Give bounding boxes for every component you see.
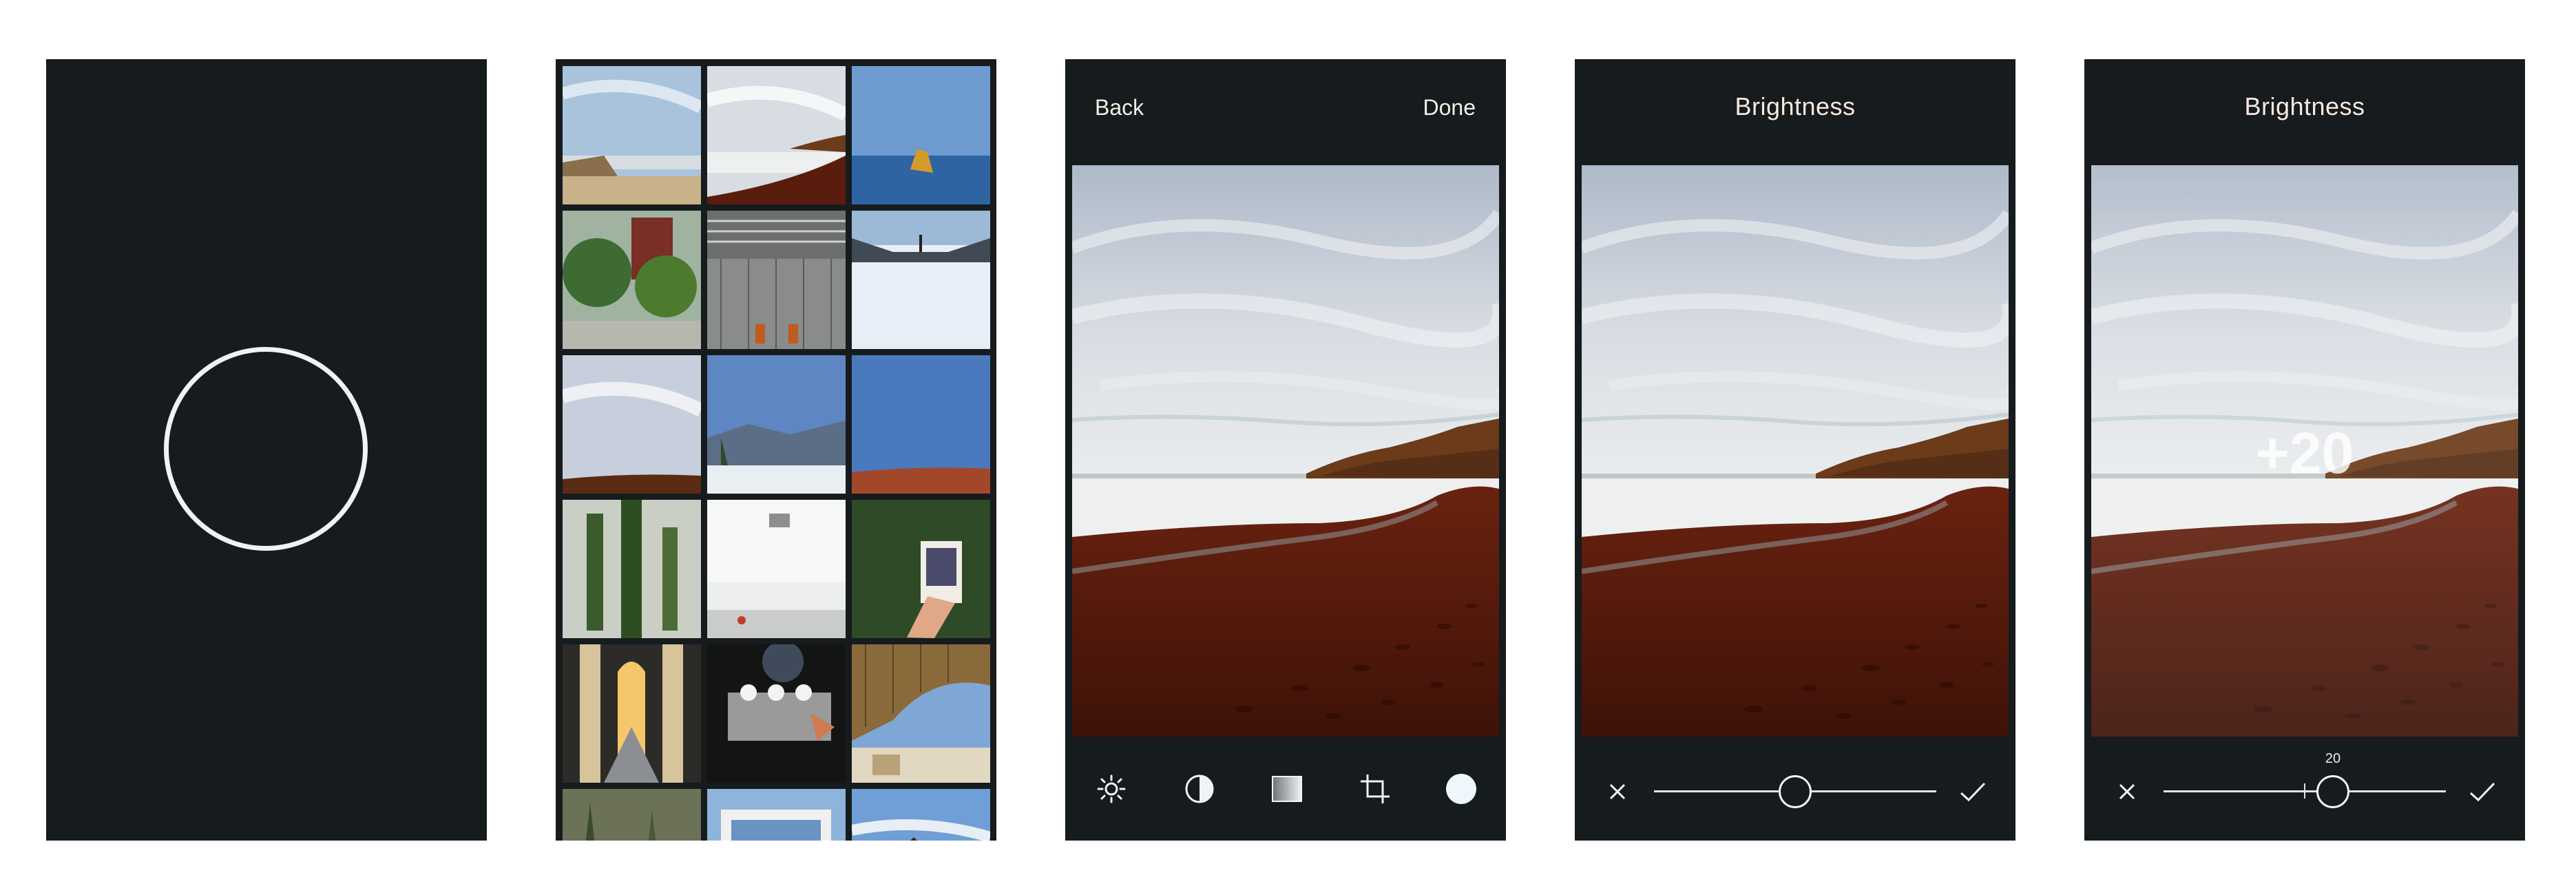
brightness-header: Brightness xyxy=(2084,59,2525,160)
edit-photo xyxy=(1072,165,1499,737)
brightness-slider-row xyxy=(1575,748,2015,841)
edit-screen: Back Done xyxy=(1065,59,1506,841)
photo-thumbnail[interactable] xyxy=(563,789,701,841)
shutter-button[interactable] xyxy=(164,347,368,551)
gradient-icon[interactable] xyxy=(1266,768,1308,810)
slider-center-tick xyxy=(2304,783,2305,799)
photo-thumbnail[interactable] xyxy=(852,355,990,494)
brightness-slider-row: 20 xyxy=(2084,748,2525,841)
sun-icon[interactable] xyxy=(1091,768,1132,810)
slider-value-label: 20 xyxy=(2325,751,2341,766)
slider-knob[interactable] xyxy=(1779,775,1812,808)
page-title: Brightness xyxy=(2244,92,2365,120)
close-icon[interactable] xyxy=(1602,777,1633,807)
back-button[interactable]: Back xyxy=(1095,95,1144,120)
brightness-screen: Brightness xyxy=(1575,59,2015,841)
brightness-value-overlay: +20 xyxy=(2255,421,2354,485)
check-icon[interactable] xyxy=(2467,777,2497,807)
photo-thumbnail[interactable] xyxy=(852,644,990,783)
slider-knob[interactable] xyxy=(2316,775,2349,808)
photo-thumbnail[interactable] xyxy=(852,789,990,841)
photo-thumbnail[interactable] xyxy=(563,500,701,638)
photo-thumbnail[interactable] xyxy=(563,644,701,783)
photo-thumbnail[interactable] xyxy=(852,500,990,638)
photo-thumbnail[interactable] xyxy=(707,66,846,204)
done-button[interactable]: Done xyxy=(1423,95,1476,120)
gallery-screen xyxy=(556,59,996,841)
circle-icon[interactable] xyxy=(1441,768,1482,810)
photo-thumbnail[interactable] xyxy=(563,66,701,204)
close-icon[interactable] xyxy=(2112,777,2142,807)
photo-thumbnail[interactable] xyxy=(563,355,701,494)
edit-photo xyxy=(1582,165,2009,737)
check-icon[interactable] xyxy=(1957,777,1987,807)
photo-thumbnail[interactable] xyxy=(707,789,846,841)
edit-header: Back Done xyxy=(1065,59,1506,160)
camera-screen xyxy=(46,59,487,841)
edit-photo: +20 xyxy=(2091,165,2518,737)
page-title: Brightness xyxy=(1735,92,1856,120)
photo-thumbnail[interactable] xyxy=(852,211,990,349)
brightness-adjusted-screen: Brightness +20 20 xyxy=(2084,59,2525,841)
contrast-icon[interactable] xyxy=(1179,768,1220,810)
brightness-header: Brightness xyxy=(1575,59,2015,160)
edit-toolbar xyxy=(1065,748,1506,841)
photo-thumbnail[interactable] xyxy=(707,500,846,638)
photo-thumbnail[interactable] xyxy=(563,211,701,349)
photo-thumbnail[interactable] xyxy=(707,644,846,783)
photo-thumbnail[interactable] xyxy=(707,355,846,494)
photo-thumbnail[interactable] xyxy=(707,211,846,349)
photo-thumbnail[interactable] xyxy=(852,66,990,204)
crop-icon[interactable] xyxy=(1354,768,1396,810)
